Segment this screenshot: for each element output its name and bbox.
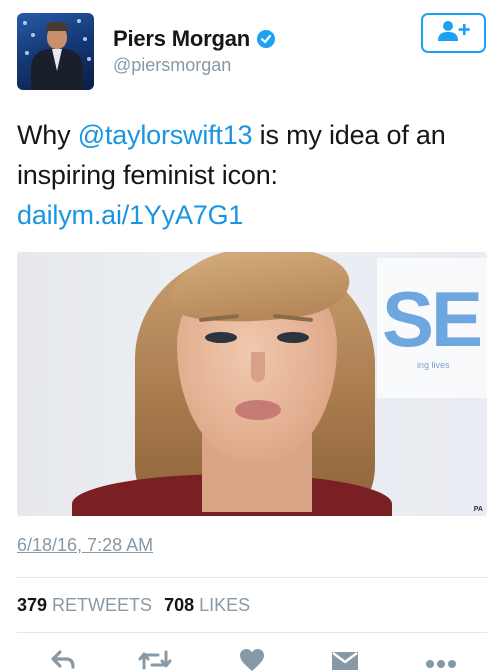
follow-button[interactable] [421, 13, 486, 53]
like-heart-icon [238, 648, 268, 672]
photo-background-caption: ing lives [417, 360, 450, 370]
tweet-header: Piers Morgan @piersmorgan [0, 0, 500, 100]
retweets-stat[interactable]: 379 RETWEETS [17, 595, 152, 616]
tweet-stats: 379 RETWEETS 708 LIKES [17, 595, 262, 616]
retweet-button[interactable] [138, 648, 172, 672]
author-handle[interactable]: @piersmorgan [113, 55, 231, 76]
tweet-actions [0, 648, 500, 672]
tweet-photo[interactable]: SE ing lives PA [17, 252, 487, 516]
photo-background-letters: SE [382, 275, 483, 363]
author-name-row[interactable]: Piers Morgan [113, 26, 275, 52]
likes-label: LIKES [199, 595, 251, 615]
reply-button[interactable] [50, 648, 80, 672]
divider [17, 632, 487, 633]
retweets-count: 379 [17, 595, 48, 615]
tweet-timestamp[interactable]: 6/18/16, 7:28 AM [17, 535, 153, 556]
retweets-label: RETWEETS [52, 595, 153, 615]
tweet-text-prefix: Why [17, 120, 78, 150]
more-options-button[interactable] [424, 648, 458, 672]
photo-watermark: PA [473, 506, 483, 513]
retweet-icon [138, 648, 172, 672]
likes-count: 708 [164, 595, 195, 615]
follow-user-icon [436, 20, 472, 47]
mention-link[interactable]: @taylorswift13 [78, 120, 253, 150]
likes-stat[interactable]: 708 LIKES [164, 595, 250, 616]
author-display-name[interactable]: Piers Morgan [113, 26, 250, 52]
tweet-text: Why @taylorswift13 is my idea of an insp… [17, 115, 487, 235]
more-options-icon [424, 648, 458, 672]
author-avatar[interactable] [17, 13, 94, 90]
url-link[interactable]: dailym.ai/1YyA7G1 [17, 200, 243, 230]
direct-message-button[interactable] [330, 648, 360, 672]
verified-badge-icon [256, 30, 275, 48]
direct-message-icon [330, 648, 360, 672]
like-button[interactable] [238, 648, 268, 672]
divider [17, 577, 487, 578]
reply-icon [50, 648, 80, 672]
